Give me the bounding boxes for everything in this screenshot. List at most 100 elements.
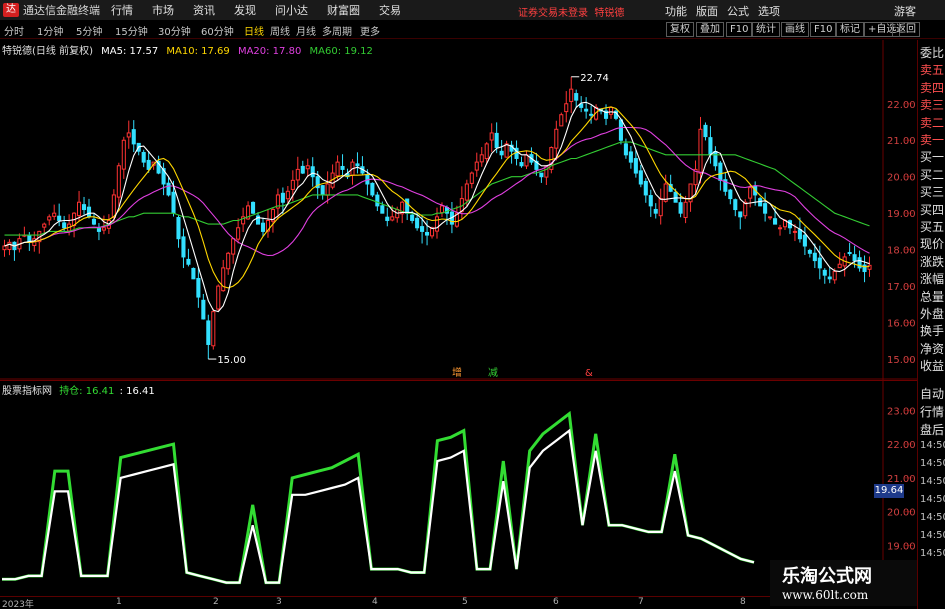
tab-daily[interactable]: 日线 xyxy=(244,23,264,38)
tick-time: 14:50 xyxy=(920,476,945,487)
candle xyxy=(251,201,256,215)
menu-ask[interactable]: 问小达 xyxy=(275,2,308,18)
main-menu: 行情 市场 资讯 发现 问小达 财富圈 交易 xyxy=(111,2,420,18)
low-price-label: 15.00 xyxy=(217,355,246,366)
menu-formula[interactable]: 公式 xyxy=(727,3,749,19)
back-button[interactable]: 返回 xyxy=(892,22,920,37)
tab-monthly[interactable]: 月线 xyxy=(296,23,316,38)
menu-quote[interactable]: 行情 xyxy=(111,2,133,18)
quote-label: 卖四 xyxy=(920,80,945,95)
login-notice[interactable]: 证券交易未登录 特锐德 xyxy=(518,4,624,19)
candlestick-chart[interactable]: 22.00 21.00 20.00 19.00 18.00 17.00 16.00 15.00… xyxy=(0,40,917,380)
y-tick-label: 19.00 xyxy=(887,209,916,220)
tab-intraday[interactable]: 分时 xyxy=(4,23,24,38)
panel-toggle[interactable]: 自动 xyxy=(920,385,944,402)
tab-5min[interactable]: 5分钟 xyxy=(76,23,102,38)
quote-label: 换手 xyxy=(920,324,945,339)
quote-label: 收益 xyxy=(920,359,945,374)
y-tick-label: 16.00 xyxy=(887,319,916,330)
sub-y-tick-label: 22.00 xyxy=(887,440,916,451)
quote-panel: 委比 卖五 卖四 卖三 卖二 卖一 买一 买二 买三 买四 买五 现价 涨跌 涨幅 总量 外盘 换手 净资 收益 自动… xyxy=(917,40,945,609)
quote-label: 卖五 xyxy=(920,63,945,78)
menu-options[interactable]: 选项 xyxy=(758,3,780,19)
watermark-url: www.60lt.com xyxy=(782,588,869,602)
tab-30min[interactable]: 30分钟 xyxy=(158,23,191,38)
stock-name[interactable]: 特锐德(日线 前复权) xyxy=(2,46,93,57)
indicator-name[interactable]: 股票指标网 xyxy=(2,386,52,397)
tab-15min[interactable]: 15分钟 xyxy=(115,23,148,38)
app-logo-icon: 达 xyxy=(3,3,19,17)
period-tabs: 分时 1分钟 5分钟 15分钟 30分钟 60分钟 日线 周线 月线 多周期 更… xyxy=(0,21,945,39)
guest-label[interactable]: 游客 xyxy=(894,3,916,19)
candle xyxy=(191,267,196,280)
overlay-button[interactable]: 叠加 xyxy=(696,22,724,37)
menu-news[interactable]: 资讯 xyxy=(193,2,215,18)
quote-label: 委比 xyxy=(920,46,945,60)
f10-button[interactable]: F10 xyxy=(726,22,753,37)
restore-rights-button[interactable]: 复权 xyxy=(666,22,694,37)
y-tick-label: 18.00 xyxy=(887,246,916,257)
quote-label: 买三 xyxy=(920,185,945,200)
indicator-legend: 股票指标网 持仓: 16.41 : 16.41 xyxy=(2,382,155,397)
quote-label: 卖二 xyxy=(920,115,945,130)
candle xyxy=(618,118,623,145)
x-label: 2 xyxy=(213,597,219,607)
indicator-value: : 16.41 xyxy=(119,386,155,397)
stats-button[interactable]: 统计 xyxy=(752,22,780,37)
sub-y-tick-label: 23.00 xyxy=(887,406,916,417)
x-label: 3 xyxy=(276,597,282,607)
mark-button[interactable]: 标记 xyxy=(836,22,864,37)
tab-1min[interactable]: 1分钟 xyxy=(37,23,63,38)
event-marker[interactable]: & xyxy=(585,368,593,379)
event-marker[interactable]: 增 xyxy=(452,366,462,379)
title-bar: 达 通达信金融终端 行情 市场 资讯 发现 问小达 财富圈 交易 证券交易未登录… xyxy=(0,0,945,20)
x-label: 8 xyxy=(740,597,746,607)
x-label: 1 xyxy=(116,597,122,607)
stock-link[interactable]: 特锐德 xyxy=(594,8,624,19)
quote-label: 买一 xyxy=(920,150,945,165)
tab-60min[interactable]: 60分钟 xyxy=(201,23,234,38)
y-tick-label: 20.00 xyxy=(887,173,916,184)
x-label: 4 xyxy=(372,597,378,607)
quote-label: 卖一 xyxy=(920,133,945,147)
draw-button[interactable]: 画线 xyxy=(781,22,809,37)
current-value-marker: 19.64 xyxy=(874,484,904,498)
quote-label: 外盘 xyxy=(920,307,945,321)
x-label: 5 xyxy=(462,597,468,607)
menu-function[interactable]: 功能 xyxy=(665,3,687,19)
quote-label: 涨跌 xyxy=(920,254,945,269)
panel-toggle[interactable]: 盘后 xyxy=(920,421,944,438)
menu-wealth[interactable]: 财富圈 xyxy=(327,2,360,18)
y-tick-label: 15.00 xyxy=(887,355,916,366)
tick-time: 14:50 xyxy=(920,494,945,505)
watermark-title: 乐淘公式网 xyxy=(782,566,872,587)
x-label: 6 xyxy=(553,597,559,607)
tab-weekly[interactable]: 周线 xyxy=(270,23,290,38)
menu-discover[interactable]: 发现 xyxy=(234,2,256,18)
menu-trade[interactable]: 交易 xyxy=(379,2,401,18)
quote-label: 买二 xyxy=(920,167,945,182)
y-tick-label: 17.00 xyxy=(887,282,916,293)
menu-market[interactable]: 市场 xyxy=(152,2,174,18)
tab-multi[interactable]: 多周期 xyxy=(322,23,352,38)
ma10-label: MA10: 17.69 xyxy=(166,46,230,57)
f10-info-button[interactable]: F10 xyxy=(810,22,837,37)
quote-label: 买四 xyxy=(920,202,945,217)
tick-time: 14:50 xyxy=(920,548,945,559)
ma60-label: MA60: 19.12 xyxy=(309,46,373,57)
quote-label: 现价 xyxy=(920,237,945,252)
indicator-label: 持仓: 16.41 xyxy=(59,386,115,397)
watermark: 乐淘公式网 www.60lt.com xyxy=(770,560,917,606)
event-marker[interactable]: 减 xyxy=(488,367,498,379)
tab-more[interactable]: 更多 xyxy=(360,23,380,38)
ma20-label: MA20: 17.80 xyxy=(237,46,302,57)
candle xyxy=(559,112,564,127)
quote-label: 买五 xyxy=(920,220,945,234)
right-menu: 功能 版面 公式 选项 xyxy=(665,3,789,19)
ma-legend: 特锐德(日线 前复权) MA5: 17.57 MA10: 17.69 MA20:… xyxy=(2,42,378,57)
tick-time: 14:50 xyxy=(920,440,945,451)
panel-toggle[interactable]: 行情 xyxy=(920,403,944,420)
menu-layout[interactable]: 版面 xyxy=(696,3,718,19)
x-label: 2023年 xyxy=(2,600,34,609)
candle xyxy=(370,182,375,198)
